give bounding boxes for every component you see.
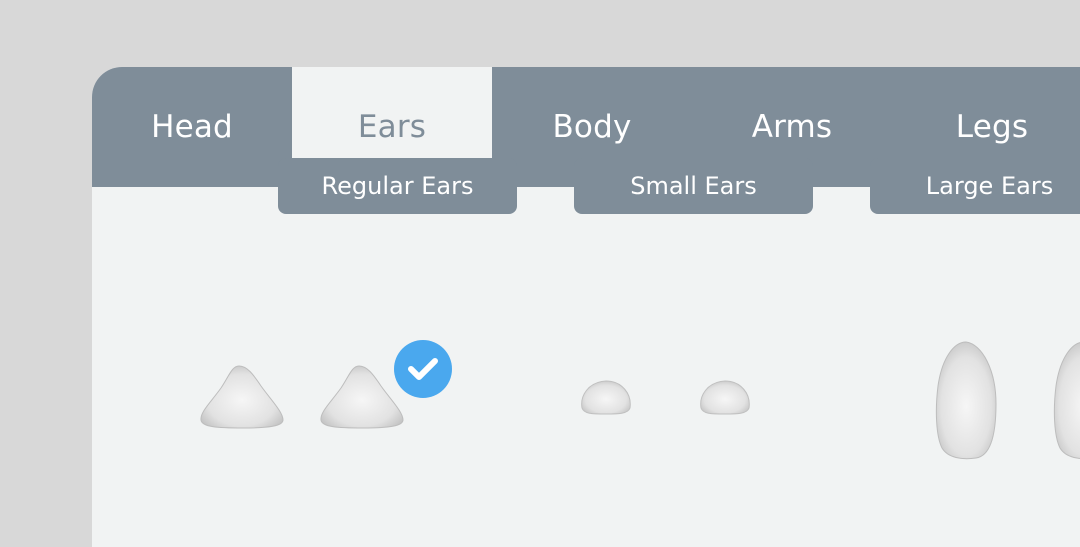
regular-ear-left-option[interactable] xyxy=(199,364,285,430)
small-ears-button[interactable]: Small Ears xyxy=(574,158,813,214)
tab-head[interactable]: Head xyxy=(92,67,292,187)
large-ears-button[interactable]: Large Ears xyxy=(870,158,1080,214)
regular-ear-right-option[interactable] xyxy=(319,364,405,430)
small-ear-right-option[interactable] xyxy=(697,378,753,416)
small-ear-left-option[interactable] xyxy=(578,378,634,416)
large-ear-left-option[interactable] xyxy=(932,340,1000,462)
customization-panel: Head Ears Body Arms Legs xyxy=(92,67,1080,547)
selected-checkmark-badge xyxy=(394,340,452,398)
checkmark-icon xyxy=(408,358,438,380)
regular-ears-button[interactable]: Regular Ears xyxy=(278,158,517,214)
large-ear-right-option[interactable] xyxy=(1050,340,1080,462)
